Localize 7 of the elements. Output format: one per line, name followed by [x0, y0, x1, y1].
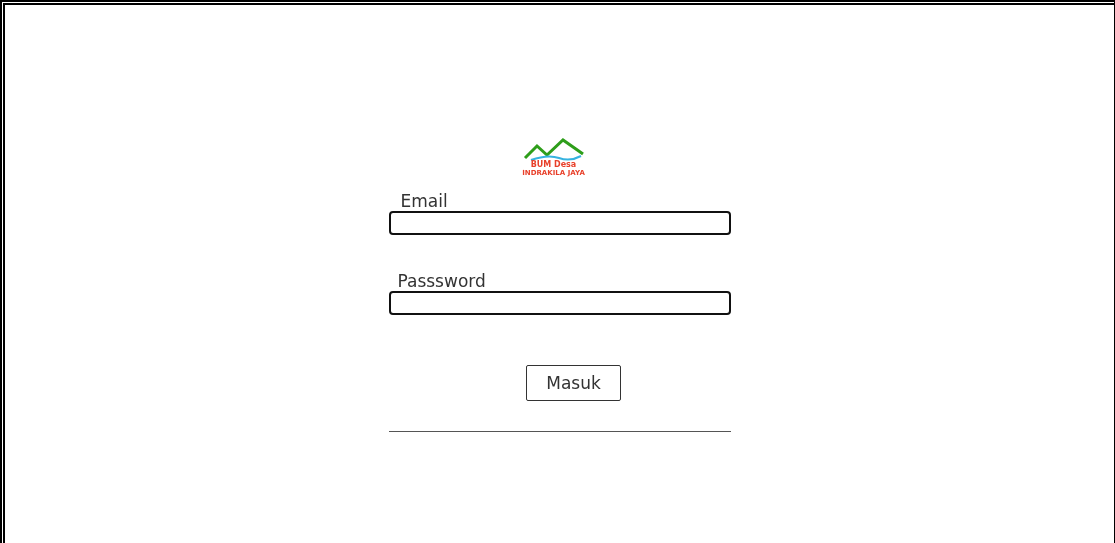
- field-label: Email: [399, 191, 449, 211]
- input-field[interactable]: [388, 211, 731, 235]
- input-field[interactable]: [388, 291, 731, 315]
- field-label: Passsword: [396, 271, 487, 291]
- login-button[interactable]: Masuk: [526, 365, 621, 401]
- mountain-icon: [522, 138, 585, 162]
- logo-title: BUM Desa: [530, 160, 577, 169]
